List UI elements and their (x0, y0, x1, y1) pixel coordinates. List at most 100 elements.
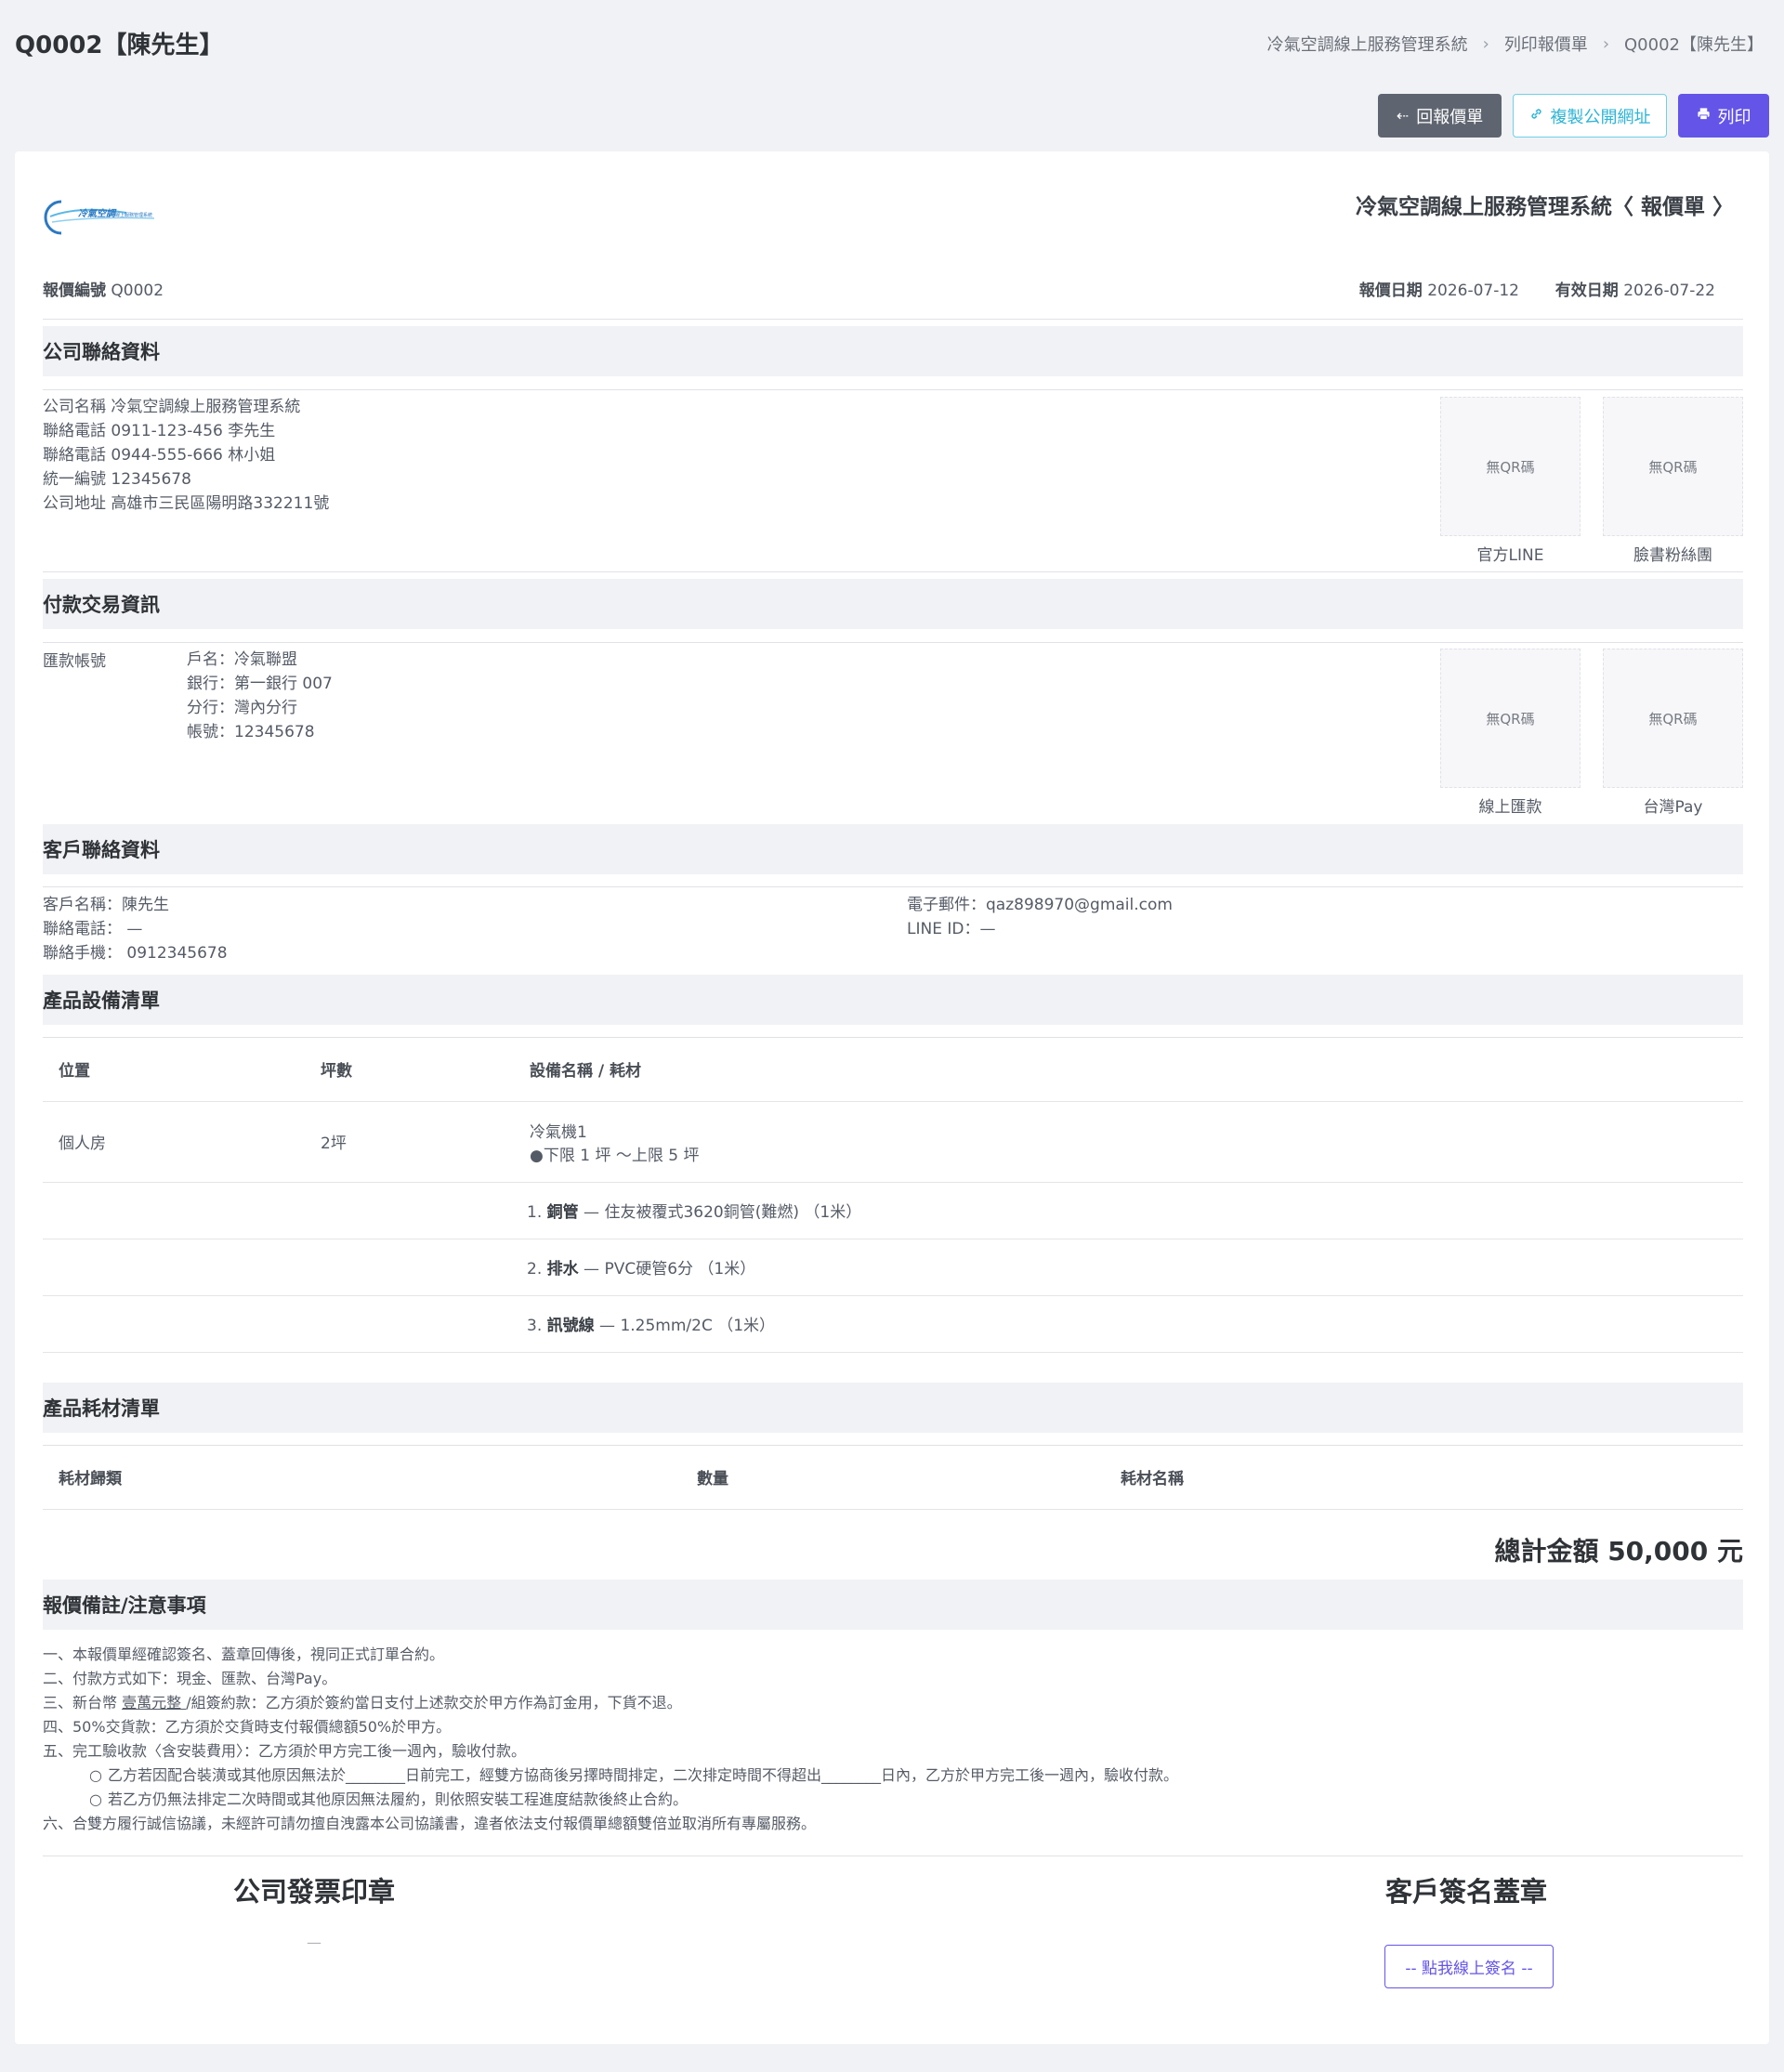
arrow-left-icon: ⇠ (1396, 107, 1410, 125)
circle-bullet-icon: ○ (89, 1790, 102, 1808)
company-phone-2: 聯絡電話 0944-555-666 林小姐 (43, 446, 276, 465)
company-stamp-value: — (307, 1934, 321, 1951)
printer-icon (1697, 107, 1711, 125)
print-button[interactable]: 列印 (1678, 94, 1769, 138)
table-header-row: 位置 坪數 設備名稱 / 耗材 (43, 1038, 1743, 1102)
customer-section-heading: 客戶聯絡資料 (43, 824, 1743, 874)
back-to-quote-label: 回報價單 (1416, 107, 1484, 127)
materials-table: 耗材歸類 數量 耗材名稱 (43, 1446, 1743, 1510)
bank-account-info: 戶名：冷氣聯盟 銀行：第一銀行 007 分行：灣內分行 帳號：12345678 (187, 648, 333, 744)
materials-section-heading: 產品耗材清單 (43, 1383, 1743, 1433)
quote-date-label: 報價日期 (1358, 282, 1423, 300)
customer-email: 電子郵件：qaz898970@gmail.com (907, 896, 1173, 914)
quote-date-value: 2026-07-12 (1427, 282, 1519, 300)
notes-section-heading: 報價備註/注意事項 (43, 1580, 1743, 1630)
print-label: 列印 (1717, 107, 1751, 127)
column-header-quantity: 數量 (681, 1446, 1105, 1510)
material-subitem: 3. 訊號線 — 1.25mm/2C （1米） (514, 1295, 1743, 1353)
breadcrumb-item-print-quote[interactable]: 列印報價單 (1504, 32, 1588, 56)
table-row: 3. 訊號線 — 1.25mm/2C （1米） (43, 1295, 1743, 1353)
company-tax-id: 統一編號 12345678 (43, 470, 191, 489)
column-header-location: 位置 (43, 1038, 305, 1102)
equipment-section-heading: 產品設備清單 (43, 975, 1743, 1025)
customer-info-left: 客戶名稱：陳先生 聯絡電話： — 聯絡手機： 0912345678 (43, 893, 228, 965)
breadcrumb-item-current: Q0002【陳先生】 (1624, 35, 1764, 55)
quote-dates: 報價日期 2026-07-12 有效日期 2026-07-22 (1359, 277, 1715, 300)
quote-number: 報價編號 Q0002 (43, 277, 164, 300)
cell-location: 個人房 (43, 1101, 305, 1183)
document-title: 冷氣空調線上服務管理系統〈 報價單 〉 (1355, 195, 1734, 219)
material-subitem-name: 訊號線 (546, 1317, 595, 1335)
page-title: Q0002【陳先生】 (15, 32, 224, 59)
column-header-equipment: 設備名稱 / 耗材 (514, 1038, 1743, 1102)
customer-signature-heading: 客戶簽名蓋章 (1385, 1876, 1548, 1908)
breadcrumb-item-system[interactable]: 冷氣空調線上服務管理系統 (1267, 32, 1468, 56)
table-header-row: 耗材歸類 數量 耗材名稱 (43, 1446, 1743, 1510)
qr-placeholder-facebook: 無QR碼 (1603, 397, 1743, 536)
company-info: 公司名稱 冷氣空調線上服務管理系統 聯絡電話 0911-123-456 李先生 … (43, 395, 329, 516)
table-row: 個人房 2坪 冷氣機1 ●下限 1 坪 ～上限 5 坪 (43, 1101, 1743, 1183)
note-subitem: ○ 若乙方仍無法排定二次時間或其他原因無法履約，則依照安裝工程進度結款後終止合約。 (43, 1788, 1178, 1812)
online-sign-button[interactable]: -- 點我線上簽名 -- (1384, 1945, 1554, 1988)
table-row: 2. 排水 — PVC硬管6分 （1米） (43, 1239, 1743, 1296)
bank-account-number: 帳號：12345678 (187, 723, 315, 741)
company-section-heading: 公司聯絡資料 (43, 326, 1743, 376)
material-subitem-name: 銅管 (546, 1203, 579, 1222)
svg-text:線上服務管理系統: 線上服務管理系統 (115, 212, 152, 218)
cell-equipment: 冷氣機1 ●下限 1 坪 ～上限 5 坪 (514, 1101, 1743, 1183)
cell-size: 2坪 (305, 1101, 514, 1183)
company-stamp-heading: 公司發票印章 (233, 1876, 396, 1908)
breadcrumb: 冷氣空調線上服務管理系統 › 列印報價單 › Q0002【陳先生】 (1267, 32, 1764, 56)
customer-name: 客戶名稱：陳先生 (43, 896, 169, 914)
quote-number-label: 報價編號 (43, 282, 106, 300)
company-address: 公司地址 高雄市三民區陽明路332211號 (43, 494, 330, 513)
bank-account-label: 匯款帳號 (43, 652, 106, 671)
bank-branch: 分行：灣內分行 (187, 699, 297, 717)
material-subitem-desc: — PVC硬管6分 （1米） (584, 1260, 756, 1279)
column-header-size: 坪數 (305, 1038, 514, 1102)
copy-public-url-button[interactable]: 複製公開網址 (1513, 94, 1667, 138)
deposit-amount: 壹萬元整 (122, 1694, 187, 1711)
breadcrumb-separator: › (1602, 33, 1610, 54)
company-logo: 冷氣空調 線上服務管理系統 (43, 194, 168, 241)
quote-number-value: Q0002 (111, 282, 164, 300)
material-subitem: 2. 排水 — PVC硬管6分 （1米） (514, 1239, 1743, 1296)
payment-section-heading: 付款交易資訊 (43, 579, 1743, 629)
circle-bullet-icon: ○ (89, 1766, 102, 1784)
customer-info-right: 電子郵件：qaz898970@gmail.com LINE ID：— (907, 893, 1173, 941)
divider (43, 571, 1743, 572)
valid-date-label: 有效日期 (1554, 282, 1619, 300)
customer-mobile: 聯絡手機： 0912345678 (43, 944, 228, 963)
column-header-material-category: 耗材歸類 (43, 1446, 681, 1510)
qr-placeholder-transfer: 無QR碼 (1440, 649, 1581, 788)
note-item: 三、新台幣 壹萬元整 /組簽約款：乙方須於簽約當日支付上述款交於甲方作為訂金用，… (43, 1694, 682, 1711)
valid-date-value: 2026-07-22 (1623, 282, 1715, 300)
equipment-range: ●下限 1 坪 ～上限 5 坪 (530, 1146, 700, 1165)
note-item: 二、付款方式如下：現金、匯款、台灣Pay。 (43, 1670, 337, 1687)
qr-caption-line: 官方LINE (1476, 546, 1544, 565)
note-item: 四、50%交貨款：乙方須於交貨時支付報價總額50%於甲方。 (43, 1718, 452, 1736)
back-to-quote-button[interactable]: ⇠ 回報價單 (1378, 94, 1502, 138)
customer-phone: 聯絡電話： — (43, 920, 143, 938)
table-row: 1. 銅管 — 住友被覆式3620銅管(難燃) （1米） (43, 1182, 1743, 1239)
column-header-material-name: 耗材名稱 (1105, 1446, 1743, 1510)
material-subitem-desc: — 1.25mm/2C （1米） (599, 1317, 776, 1335)
copy-public-url-label: 複製公開網址 (1550, 107, 1651, 127)
toolbar: ⇠ 回報價單 複製公開網址 列印 (1378, 94, 1769, 138)
bank-name: 銀行：第一銀行 007 (187, 675, 333, 693)
bank-account-holder: 戶名：冷氣聯盟 (187, 650, 297, 669)
divider (43, 389, 1743, 390)
divider (43, 642, 1743, 643)
company-phone-1: 聯絡電話 0911-123-456 李先生 (43, 422, 276, 440)
qr-caption-facebook: 臉書粉絲團 (1633, 546, 1712, 565)
qr-placeholder-taiwan-pay: 無QR碼 (1603, 649, 1743, 788)
qr-caption-transfer: 線上匯款 (1478, 798, 1542, 817)
material-subitem-name: 排水 (546, 1260, 579, 1279)
total-amount: 總計金額 50,000 元 (1494, 1536, 1743, 1567)
customer-line-id: LINE ID：— (907, 920, 996, 938)
quote-document: 冷氣空調 線上服務管理系統 冷氣空調線上服務管理系統〈 報價單 〉 報價編號 Q… (15, 151, 1769, 2044)
material-subitem: 1. 銅管 — 住友被覆式3620銅管(難燃) （1米） (514, 1182, 1743, 1239)
equipment-name: 冷氣機1 (530, 1122, 587, 1142)
breadcrumb-separator: › (1482, 33, 1489, 54)
qr-caption-taiwan-pay: 台灣Pay (1643, 798, 1703, 817)
